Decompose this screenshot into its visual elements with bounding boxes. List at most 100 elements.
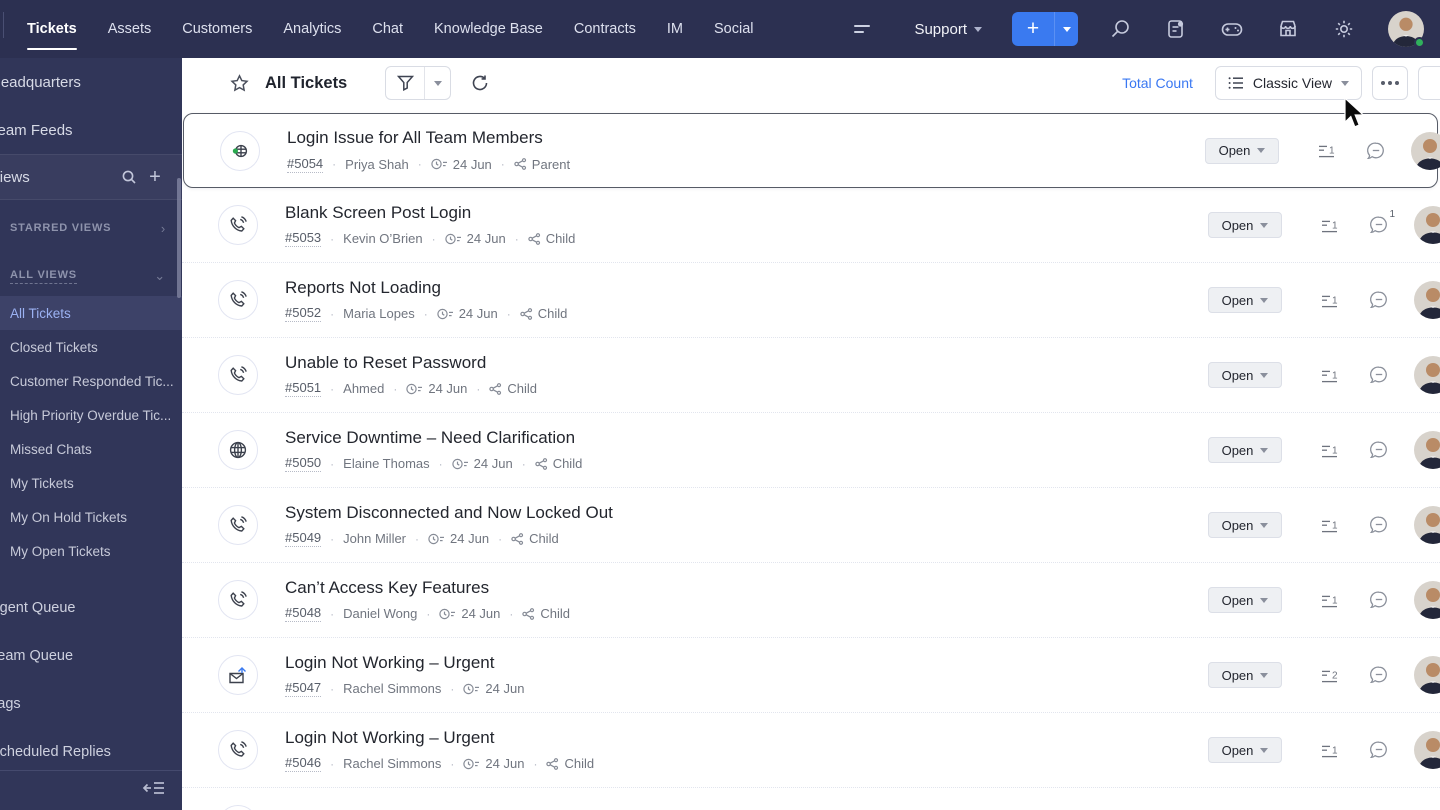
sidebar-bottom-item[interactable]: Scheduled Replies [0, 728, 182, 776]
nav-item[interactable]: Knowledge Base [434, 0, 543, 58]
more-options-button[interactable] [1372, 66, 1408, 100]
view-mode-dropdown[interactable]: Classic View [1214, 66, 1362, 100]
assignee-avatar[interactable] [1414, 506, 1440, 544]
sidebar-view-item[interactable]: My Open Tickets [0, 534, 182, 568]
comment-bubble-icon[interactable] [1369, 740, 1389, 760]
assignee-avatar[interactable] [1411, 131, 1440, 170]
sidebar-top-item[interactable]: Team Feeds [0, 106, 182, 154]
assignee-avatar[interactable] [1414, 731, 1440, 769]
ticket-title[interactable]: Blank Screen Post Login [285, 203, 575, 223]
add-view-icon[interactable]: + [142, 166, 168, 189]
ticket-row[interactable]: Blank Screen Post Login #5053 · Kevin O’… [182, 188, 1440, 263]
release-notes-icon[interactable] [1164, 17, 1188, 41]
thread-count-indicator[interactable]: 2 [1320, 668, 1340, 683]
sidebar-view-item[interactable]: All Tickets [0, 296, 182, 330]
filter-split-button[interactable] [385, 66, 452, 100]
ticket-title[interactable]: Unable to Reset Password [285, 353, 537, 373]
contact-name[interactable]: Elaine Thomas [343, 456, 429, 471]
sidebar-view-item[interactable]: Closed Tickets [0, 330, 182, 364]
ticket-row[interactable]: Reports Not Loading #5052 · Maria Lopes … [182, 263, 1440, 338]
ticket-number[interactable]: #5047 [285, 680, 322, 698]
comment-bubble-icon[interactable] [1366, 141, 1386, 161]
ticket-row[interactable]: Login Not Working – Urgent #5046 · Rache… [182, 713, 1440, 788]
ticket-row[interactable]: Can’t Access Key Features #5048 · Daniel… [182, 563, 1440, 638]
status-dropdown[interactable]: Open [1208, 437, 1282, 463]
comment-bubble-icon[interactable] [1369, 440, 1389, 460]
ticket-row[interactable]: Unable to Reset Password #5051 · Ahmed ·… [182, 338, 1440, 413]
ticket-title[interactable]: Can’t Access Key Features [285, 578, 570, 598]
status-dropdown[interactable]: Open [1205, 137, 1279, 164]
ticket-number[interactable]: #5052 [285, 305, 322, 323]
ticket-number[interactable]: #5046 [285, 755, 322, 773]
sidebar-view-item[interactable]: High Priority Overdue Tic... [0, 398, 182, 432]
ticket-title[interactable]: Service Downtime – Need Clarification [285, 428, 582, 448]
comment-bubble-icon[interactable] [1369, 590, 1389, 610]
marketplace-icon[interactable] [1276, 17, 1300, 41]
comment-bubble-icon[interactable] [1369, 665, 1389, 685]
nav-overflow-icon[interactable] [854, 25, 872, 33]
assignee-avatar[interactable] [1414, 356, 1440, 394]
comment-bubble-icon[interactable] [1369, 290, 1389, 310]
thread-count-indicator[interactable]: 1 [1320, 593, 1340, 608]
contact-name[interactable]: Ahmed [343, 381, 384, 396]
current-view-dropdown[interactable]: All Tickets [265, 74, 363, 93]
refresh-icon[interactable] [471, 74, 489, 92]
sidebar-view-item[interactable]: Customer Responded Tic... [0, 364, 182, 398]
total-count-link[interactable]: Total Count [1122, 75, 1193, 91]
nav-item[interactable]: Analytics [283, 0, 341, 58]
comment-bubble-icon[interactable] [1369, 515, 1389, 535]
all-views-section[interactable]: ALL VIEWS ⌄ [0, 256, 182, 296]
sidebar-bottom-item[interactable]: Tags [0, 680, 182, 728]
assignee-avatar[interactable] [1414, 206, 1440, 244]
nav-item[interactable]: IM [667, 0, 683, 58]
ticket-title[interactable]: Login Not Working – Urgent [285, 653, 524, 673]
contact-name[interactable]: Kevin O’Brien [343, 231, 422, 246]
status-dropdown[interactable]: Open [1208, 362, 1282, 388]
status-dropdown[interactable]: Open [1208, 512, 1282, 538]
assignee-avatar[interactable] [1414, 581, 1440, 619]
sidebar-scrollbar[interactable] [177, 178, 181, 298]
contact-name[interactable]: Maria Lopes [343, 306, 415, 321]
support-dropdown[interactable]: Support [914, 21, 982, 38]
user-avatar[interactable] [1388, 11, 1425, 48]
collapse-sidebar-icon[interactable] [142, 779, 166, 802]
thread-count-indicator[interactable]: 1 [1320, 368, 1340, 383]
settings-gear-icon[interactable] [1332, 17, 1356, 41]
add-options-caret[interactable] [1054, 12, 1078, 46]
nav-item[interactable]: Social [714, 0, 754, 58]
clipped-edge-button[interactable] [1418, 66, 1440, 100]
contact-name[interactable]: Rachel Simmons [343, 681, 441, 696]
contact-name[interactable]: Daniel Wong [343, 606, 417, 621]
ticket-number[interactable]: #5049 [285, 530, 322, 548]
ticket-title[interactable]: System Disconnected and Now Locked Out [285, 503, 613, 523]
contact-name[interactable]: John Miller [343, 531, 406, 546]
gamescope-icon[interactable] [1220, 17, 1244, 41]
sidebar-bottom-item[interactable]: Agent Queue [0, 584, 182, 632]
search-icon[interactable] [1108, 17, 1132, 41]
ticket-title[interactable]: Login Not Working – Urgent [285, 728, 594, 748]
views-panel-header[interactable]: Views + [0, 154, 182, 200]
comment-bubble-icon[interactable]: 1 [1369, 209, 1395, 235]
thread-count-indicator[interactable]: 1 [1320, 218, 1340, 233]
ticket-number[interactable]: #5050 [285, 455, 322, 473]
status-dropdown[interactable]: Open [1208, 737, 1282, 763]
add-button[interactable]: + [1012, 12, 1054, 46]
filter-icon[interactable] [386, 67, 424, 99]
comment-bubble-icon[interactable] [1369, 365, 1389, 385]
thread-count-indicator[interactable]: 1 [1320, 518, 1340, 533]
contact-name[interactable]: Rachel Simmons [343, 756, 441, 771]
assignee-avatar[interactable] [1414, 656, 1440, 694]
nav-item[interactable]: Customers [182, 0, 252, 58]
assignee-avatar[interactable] [1414, 431, 1440, 469]
views-search-icon[interactable] [116, 169, 142, 185]
nav-item[interactable]: Assets [108, 0, 152, 58]
thread-count-indicator[interactable]: 1 [1320, 743, 1340, 758]
ticket-row[interactable]: Login Not Working – Urgent #5047 · Rache… [182, 638, 1440, 713]
ticket-row[interactable]: System Disconnected and Now Locked Out #… [182, 488, 1440, 563]
sidebar-bottom-item[interactable]: Team Queue [0, 632, 182, 680]
ticket-number[interactable]: #5054 [287, 156, 324, 173]
status-dropdown[interactable]: Open [1208, 212, 1282, 238]
thread-count-indicator[interactable]: 1 [1320, 443, 1340, 458]
status-dropdown[interactable]: Open [1208, 662, 1282, 688]
sidebar-view-item[interactable]: My Tickets [0, 466, 182, 500]
